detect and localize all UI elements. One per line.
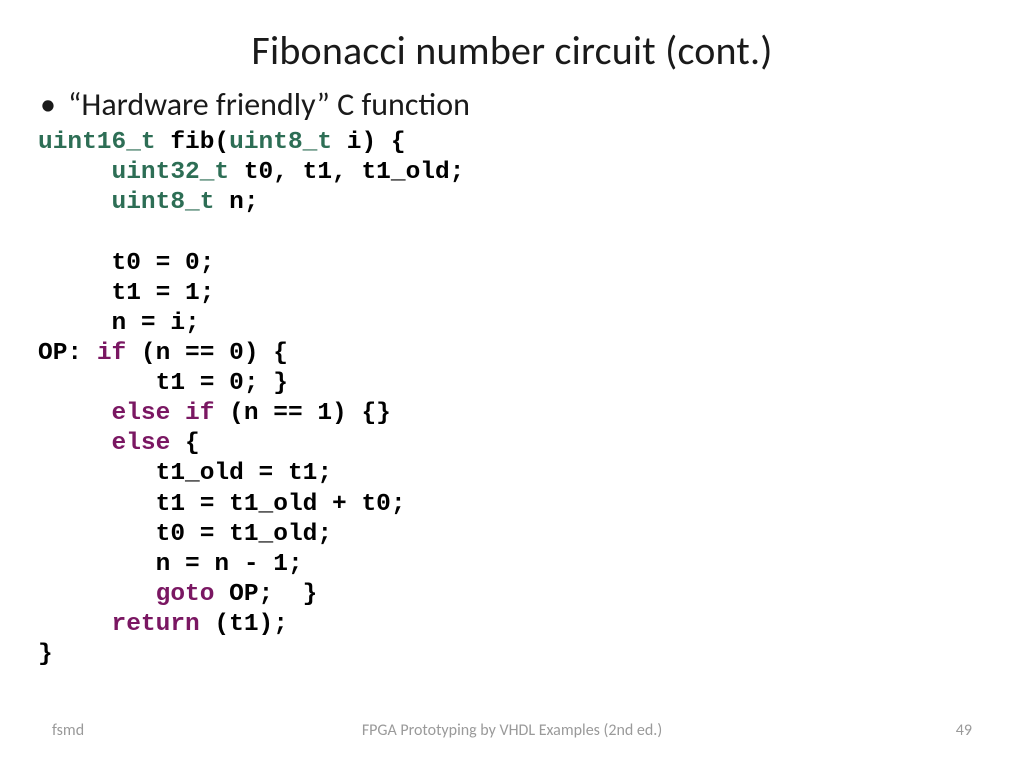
bullet-dot-icon: •: [38, 89, 68, 121]
code-keyword: return: [112, 611, 200, 638]
bullet-item: • “Hardware friendly” C function: [38, 85, 986, 124]
code-type: uint32_t: [112, 159, 230, 186]
code-block: uint16_t fib(uint8_t i) { uint32_t t0, t…: [38, 128, 986, 670]
code-text: [38, 611, 112, 638]
code-text: OP:: [38, 340, 97, 367]
code-type: uint8_t: [229, 129, 332, 156]
code-text: (n == 1) {}: [214, 400, 390, 427]
code-keyword: else: [112, 430, 171, 457]
code-text: [38, 430, 112, 457]
footer-page-number: 49: [852, 721, 972, 740]
footer-left: fsmd: [52, 721, 172, 740]
code-text: t1 = 1;: [38, 280, 214, 307]
code-text: t0 = t1_old;: [38, 521, 332, 548]
code-text: {: [170, 430, 199, 457]
code-text: n = i;: [38, 310, 200, 337]
slide-title: Fibonacci number circuit (cont.): [0, 0, 1024, 75]
code-text: n = n - 1;: [38, 551, 303, 578]
code-blank: [38, 219, 53, 246]
code-text: (t1);: [200, 611, 288, 638]
footer-center: FPGA Prototyping by VHDL Examples (2nd e…: [172, 721, 852, 740]
code-text: t1 = 0; }: [38, 370, 288, 397]
bullet-text: “Hardware friendly” C function: [68, 85, 470, 124]
code-text: }: [38, 641, 53, 668]
code-text: fib(: [156, 129, 230, 156]
slide-body: • “Hardware friendly” C function uint16_…: [0, 75, 1024, 670]
code-text: OP; }: [214, 581, 317, 608]
code-text: t1_old = t1;: [38, 460, 332, 487]
code-text: t0 = 0;: [38, 250, 214, 277]
code-text: t1 = t1_old + t0;: [38, 491, 406, 518]
code-text: [38, 159, 112, 186]
code-text: [38, 189, 112, 216]
code-keyword: if: [97, 340, 126, 367]
code-keyword: goto: [156, 581, 215, 608]
code-type: uint16_t: [38, 129, 156, 156]
slide-footer: fsmd FPGA Prototyping by VHDL Examples (…: [0, 721, 1024, 740]
code-text: (n == 0) {: [126, 340, 288, 367]
code-text: n;: [214, 189, 258, 216]
slide: Fibonacci number circuit (cont.) • “Hard…: [0, 0, 1024, 768]
code-text: i) {: [332, 129, 406, 156]
code-text: [38, 400, 112, 427]
code-keyword: else if: [112, 400, 215, 427]
code-text: [38, 581, 156, 608]
code-type: uint8_t: [112, 189, 215, 216]
code-text: t0, t1, t1_old;: [229, 159, 464, 186]
